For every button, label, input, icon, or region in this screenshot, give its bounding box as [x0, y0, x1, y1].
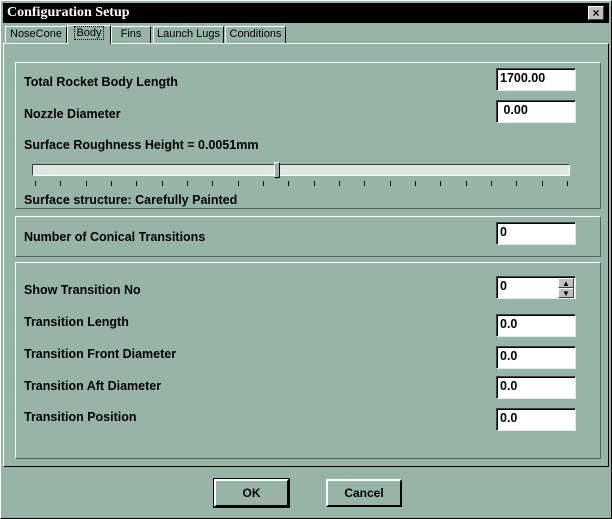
roughness-slider-track[interactable]: [32, 164, 570, 176]
tab-label: Body: [74, 26, 104, 40]
body-length-label: Total Rocket Body Length: [24, 75, 178, 89]
slider-tick: [314, 181, 315, 186]
slider-tick: [35, 181, 36, 186]
slider-tick: [339, 181, 340, 186]
nozzle-diameter-label: Nozzle Diameter: [24, 107, 121, 121]
ok-button[interactable]: OK: [213, 478, 290, 508]
slider-tick: [288, 181, 289, 186]
surface-roughness-label: Surface Roughness Height = 0.0051mm: [24, 138, 259, 152]
slider-tick: [415, 181, 416, 186]
close-button[interactable]: ×: [588, 6, 604, 20]
slider-tick: [440, 181, 441, 186]
tab-conditions[interactable]: Conditions: [225, 26, 286, 43]
tab-launch-lugs[interactable]: Launch Lugs: [153, 26, 224, 43]
slider-tick: [466, 181, 467, 186]
slider-tick: [111, 181, 112, 186]
slider-tick: [60, 181, 61, 186]
body-length-field[interactable]: 1700.00: [496, 68, 576, 91]
slider-tick: [238, 181, 239, 186]
cancel-button[interactable]: Cancel: [326, 479, 402, 507]
transition-number-value: 0: [500, 279, 507, 293]
slider-tick: [491, 181, 492, 186]
tab-label: Conditions: [229, 28, 282, 40]
slider-tick: [86, 181, 87, 186]
roughness-slider-thumb[interactable]: [274, 162, 280, 178]
transition-aft-diameter-field[interactable]: 0.0: [496, 376, 576, 399]
slider-tick: [212, 181, 213, 186]
tab-label: Launch Lugs: [157, 28, 220, 40]
slider-tick: [390, 181, 391, 186]
slider-tick: [364, 181, 365, 186]
show-transition-label: Show Transition No: [24, 283, 141, 297]
transition-length-label: Transition Length: [24, 315, 129, 329]
tab-fins[interactable]: Fins: [111, 26, 151, 43]
transition-length-field[interactable]: 0.0: [496, 314, 576, 337]
tab-label: Fins: [120, 28, 142, 40]
slider-tick: [516, 181, 517, 186]
title-bar[interactable]: Configuration Setup ×: [3, 3, 609, 23]
window-title: Configuration Setup: [7, 5, 130, 20]
spin-down-button[interactable]: ▼: [558, 288, 574, 298]
configuration-dialog: Configuration Setup × NoseCone Body Fins…: [0, 0, 612, 519]
slider-tick: [263, 181, 264, 186]
conical-transitions-label: Number of Conical Transitions: [24, 230, 206, 244]
transition-position-label: Transition Position: [24, 410, 137, 424]
tab-label: NoseCone: [10, 28, 62, 40]
transition-position-field[interactable]: 0.0: [496, 408, 576, 431]
transition-front-diameter-field[interactable]: 0.0: [496, 346, 576, 369]
tab-nosecone[interactable]: NoseCone: [5, 26, 67, 43]
transition-aft-diameter-label: Transition Aft Diameter: [24, 379, 162, 393]
slider-tick: [542, 181, 543, 186]
slider-tick: [162, 181, 163, 186]
surface-structure-label: Surface structure: Carefully Painted: [24, 193, 238, 207]
spin-up-button[interactable]: ▲: [558, 278, 574, 288]
transition-front-diameter-label: Transition Front Diameter: [24, 347, 177, 361]
conical-transitions-field[interactable]: 0: [496, 222, 576, 245]
tab-body[interactable]: Body: [67, 25, 111, 44]
slider-tick: [136, 181, 137, 186]
nozzle-diameter-field[interactable]: 0.00: [496, 100, 576, 123]
slider-tick: [187, 181, 188, 186]
slider-tick: [567, 181, 568, 186]
